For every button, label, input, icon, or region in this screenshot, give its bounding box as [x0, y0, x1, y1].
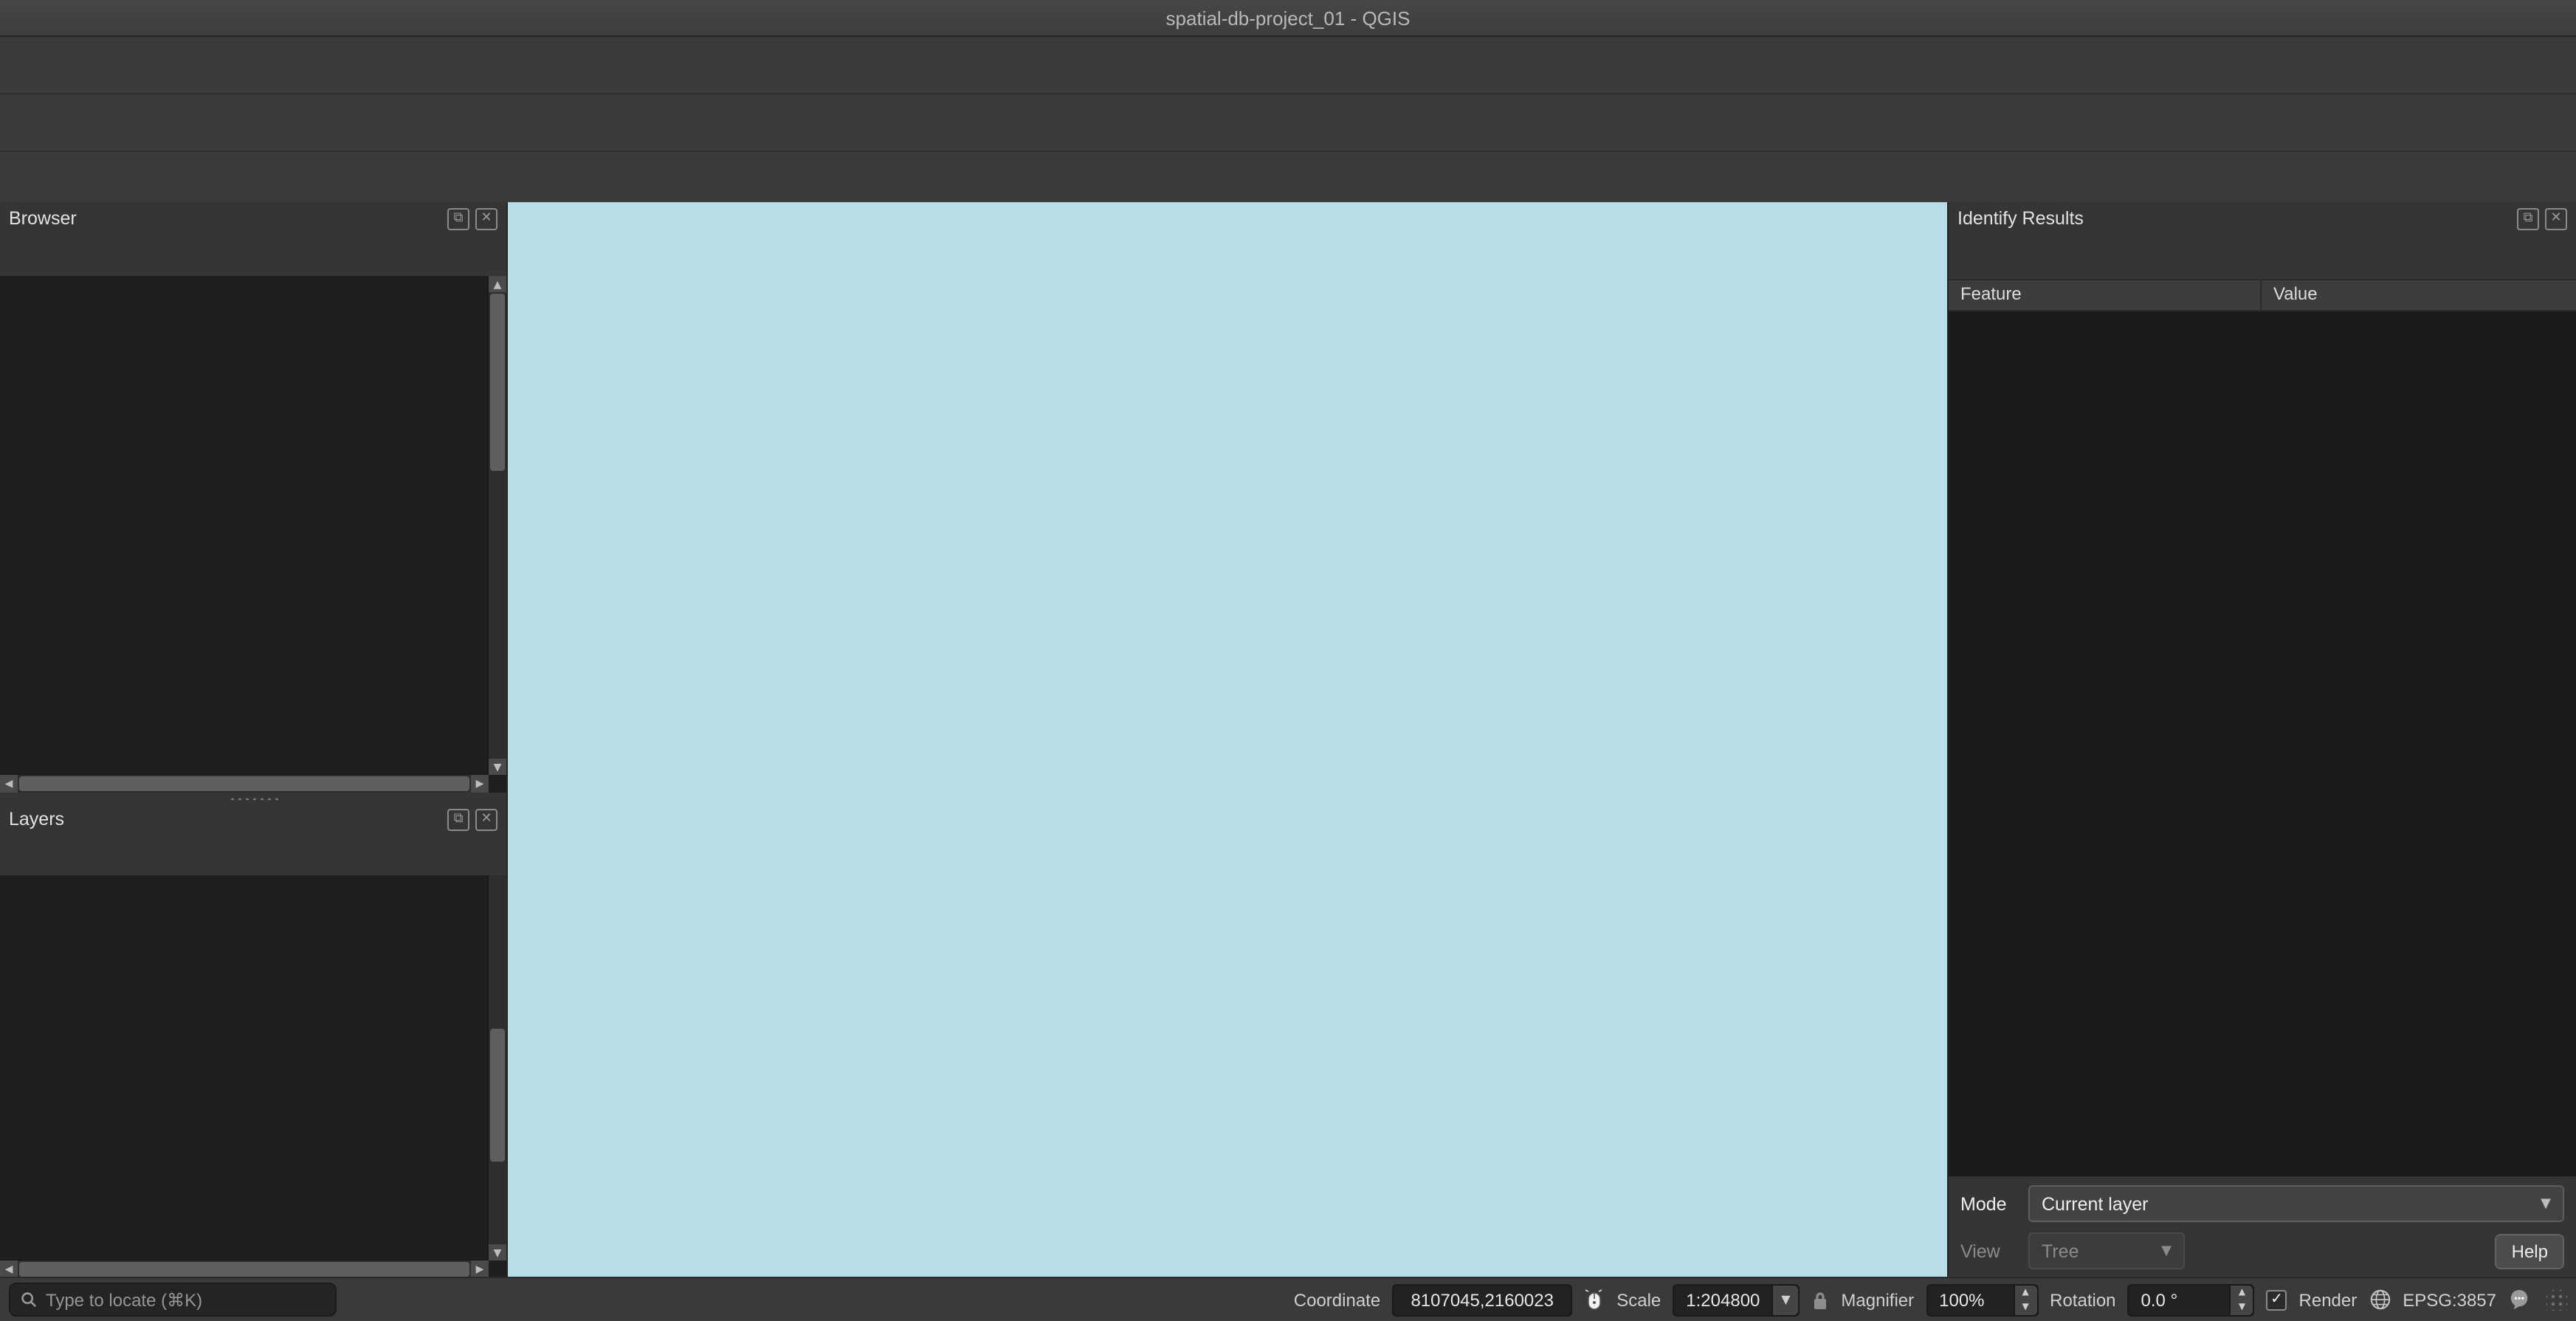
column-feature[interactable]: Feature: [1949, 280, 2262, 310]
float-panel-icon[interactable]: ⧉: [447, 808, 469, 830]
float-panel-icon[interactable]: ⧉: [2517, 207, 2539, 230]
close-panel-icon[interactable]: ✕: [475, 808, 497, 830]
render-checkbox[interactable]: ✓: [2267, 1289, 2287, 1310]
mode-label: Mode: [1960, 1193, 2028, 1214]
qgis-window: spatial-db-project_01 - QGIS Browser ⧉ ✕…: [0, 0, 2576, 1321]
lock-icon[interactable]: [1811, 1289, 1829, 1310]
column-value[interactable]: Value: [2262, 280, 2329, 310]
close-window-button[interactable]: [15, 9, 32, 27]
toolbar-plugins: [0, 152, 2576, 205]
locate-input[interactable]: Type to locate (⌘K): [9, 1283, 337, 1317]
browser-tree[interactable]: ▲ ▼ ◀ ▶: [0, 276, 506, 793]
browser-vscrollbar[interactable]: ▲ ▼: [487, 276, 506, 775]
mode-combobox[interactable]: Current layer▼: [2028, 1185, 2564, 1222]
zoom-window-button[interactable]: [74, 9, 92, 27]
rotation-label: Rotation: [2050, 1289, 2115, 1310]
minimize-window-button[interactable]: [44, 9, 62, 27]
map-canvas[interactable]: [508, 202, 1947, 1278]
layers-panel-title: Layers: [9, 809, 64, 829]
search-icon: [21, 1291, 37, 1308]
browser-toolbar: [0, 235, 506, 276]
browser-panel-title: Browser: [9, 208, 77, 229]
layers-tree[interactable]: ▼ ◀ ▶: [0, 875, 506, 1278]
browser-hscrollbar[interactable]: ◀ ▶: [0, 773, 489, 793]
float-panel-icon[interactable]: ⧉: [447, 207, 469, 230]
scale-combobox[interactable]: 1:204800▼: [1673, 1283, 1800, 1316]
coordinate-input[interactable]: 8107045,2160023: [1392, 1283, 1572, 1316]
close-panel-icon[interactable]: ✕: [2545, 207, 2567, 230]
view-label: View: [1960, 1241, 2028, 1261]
toolbar-main: [0, 37, 2576, 94]
resize-grip[interactable]: [2546, 1289, 2567, 1310]
left-dock: Browser ⧉ ✕ ▲ ▼ ◀ ▶: [0, 202, 508, 1278]
render-label: Render: [2299, 1289, 2358, 1310]
help-button[interactable]: Help: [2496, 1233, 2564, 1269]
crs-status[interactable]: EPSG:3857: [2403, 1289, 2496, 1310]
close-panel-icon[interactable]: ✕: [475, 207, 497, 230]
window-title: spatial-db-project_01 - QGIS: [0, 7, 2576, 29]
identify-toolbar: [1949, 235, 2576, 279]
layers-panel: Layers ⧉ ✕ ▼ ◀ ▶: [0, 804, 506, 1278]
magnifier-label: Magnifier: [1841, 1289, 1914, 1310]
messages-icon[interactable]: [2508, 1289, 2532, 1311]
layers-hscrollbar[interactable]: ◀ ▶: [0, 1259, 489, 1278]
magnifier-spinbox[interactable]: 100% ▲▼: [1926, 1283, 2038, 1316]
status-bar: Type to locate (⌘K) Coordinate 8107045,2…: [0, 1277, 2576, 1321]
identify-footer: Mode Current layer▼ View Tree▼ Help: [1949, 1176, 2576, 1278]
coordinate-label: Coordinate: [1294, 1289, 1380, 1310]
identify-columns: Feature Value: [1949, 279, 2576, 311]
layers-toolbar: [0, 834, 506, 875]
crs-globe-icon[interactable]: [2369, 1289, 2391, 1311]
browser-panel: Browser ⧉ ✕ ▲ ▼ ◀ ▶: [0, 202, 506, 793]
extents-mouse-icon[interactable]: [1584, 1289, 1605, 1311]
title-bar: spatial-db-project_01 - QGIS: [0, 0, 2576, 37]
rotation-spinbox[interactable]: 0.0 ° ▲▼: [2128, 1283, 2255, 1316]
toolbar-digitizing: [0, 94, 2576, 152]
scale-label: Scale: [1616, 1289, 1661, 1310]
layers-vscrollbar[interactable]: ▼: [487, 875, 506, 1260]
view-combobox[interactable]: Tree▼: [2028, 1232, 2185, 1269]
identify-results-panel: Identify Results ⧉ ✕ Feature Value Mode …: [1947, 202, 2576, 1278]
panel-splitter[interactable]: [0, 793, 506, 804]
identify-results-body[interactable]: [1949, 311, 2576, 1176]
locate-placeholder: Type to locate (⌘K): [46, 1289, 202, 1310]
identify-panel-title: Identify Results: [1957, 208, 2084, 229]
